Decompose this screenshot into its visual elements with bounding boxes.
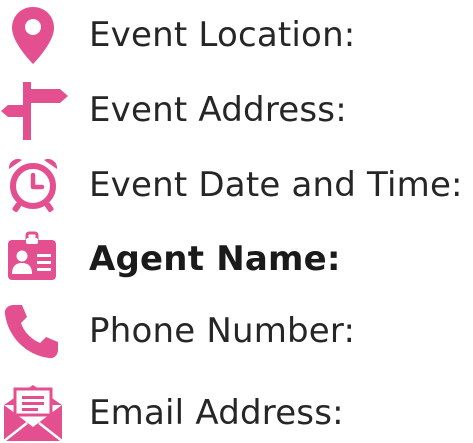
event-datetime-row: Event Date and Time: (0, 155, 473, 215)
signpost-icon (0, 80, 70, 140)
event-location-label: Event Location: (89, 15, 356, 55)
agent-name-row: Agent Name: (0, 229, 473, 289)
phone-number-row: Phone Number: (0, 301, 473, 361)
email-address-row: Email Address: (0, 383, 473, 443)
location-pin-icon (0, 5, 70, 65)
event-address-row: Event Address: (0, 80, 473, 140)
phone-number-label: Phone Number: (89, 311, 356, 351)
event-datetime-label: Event Date and Time: (89, 165, 463, 205)
agent-name-label: Agent Name: (89, 239, 341, 279)
envelope-letter-icon (0, 383, 70, 443)
id-badge-icon (0, 229, 70, 289)
phone-icon (0, 301, 70, 361)
event-location-row: Event Location: (0, 5, 473, 65)
email-address-label: Email Address: (89, 393, 344, 433)
event-address-label: Event Address: (89, 90, 347, 130)
alarm-clock-icon (0, 155, 70, 215)
